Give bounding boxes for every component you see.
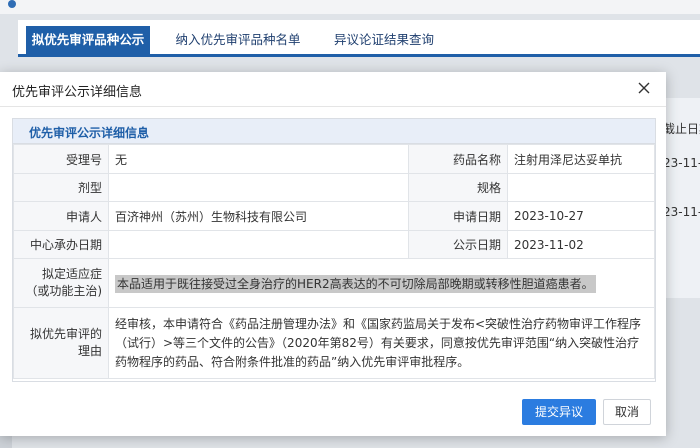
background-header <box>0 0 700 14</box>
dialog-header: 优先审评公示详细信息 <box>0 72 666 107</box>
table-row: 剂型 规格 <box>13 173 655 202</box>
reason-value: 经审核，本申请符合《药品注册管理办法》和《国家药监局关于发布<突破性治疗药物审评… <box>108 307 655 379</box>
background-cell: 23-11-0 <box>663 205 700 219</box>
center-date-label: 中心承办日期 <box>13 230 109 259</box>
detail-table: 受理号 无 药品名称 注射用泽尼达妥单抗 剂型 规格 申请人 百济神州（苏州）生… <box>13 144 655 379</box>
table-row: 受理号 无 药品名称 注射用泽尼达妥单抗 <box>13 144 655 174</box>
indication-value: 本品适用于既往接受过全身治疗的HER2高表达的不可切除局部晚期或转移性胆道癌患者… <box>108 258 655 308</box>
close-icon[interactable] <box>634 78 654 98</box>
spec-value <box>507 173 655 202</box>
spec-label: 规格 <box>408 173 508 202</box>
submit-objection-button[interactable]: 提交异议 <box>522 399 596 425</box>
dialog-title: 优先审评公示详细信息 <box>12 85 143 100</box>
dosage-value <box>108 173 409 202</box>
publish-date-value: 2023-11-02 <box>507 230 655 259</box>
accept-no-value: 无 <box>108 144 409 174</box>
accept-no-label: 受理号 <box>13 144 109 174</box>
table-row: 中心承办日期 公示日期 2023-11-02 <box>13 230 655 259</box>
background-column-header: 截止日期 <box>663 122 700 136</box>
indication-label: 拟定适应症（或功能主治) <box>13 258 109 308</box>
publish-date-label: 公示日期 <box>408 230 508 259</box>
tab-pending-priority[interactable]: 拟优先审评品种公示 <box>26 26 150 54</box>
cancel-button[interactable]: 取消 <box>603 399 651 425</box>
reason-label: 拟优先审评的理由 <box>13 307 109 379</box>
dosage-label: 剂型 <box>13 173 109 202</box>
background-cell: 23-11-0 <box>663 156 700 170</box>
table-row: 申请人 百济神州（苏州）生物科技有限公司 申请日期 2023-10-27 <box>13 201 655 231</box>
tab-priority-list[interactable]: 纳入优先审评品种名单 <box>168 26 308 54</box>
detail-dialog: 优先审评公示详细信息 优先审评公示详细信息 受理号 无 药品名称 注射用泽尼达妥… <box>0 72 666 436</box>
drug-name-value: 注射用泽尼达妥单抗 <box>507 144 655 174</box>
breadcrumb-dot-icon <box>8 0 16 8</box>
applicant-label: 申请人 <box>13 201 109 231</box>
center-date-value <box>108 230 409 259</box>
detail-panel: 优先审评公示详细信息 受理号 无 药品名称 注射用泽尼达妥单抗 剂型 规格 申请… <box>12 118 656 382</box>
panel-header: 优先审评公示详细信息 <box>13 119 655 144</box>
table-row: 拟定适应症（或功能主治) 本品适用于既往接受过全身治疗的HER2高表达的不可切除… <box>13 258 655 308</box>
indication-text: 本品适用于既往接受过全身治疗的HER2高表达的不可切除局部晚期或转移性胆道癌患者… <box>115 274 596 293</box>
drug-name-label: 药品名称 <box>408 144 508 174</box>
apply-date-label: 申请日期 <box>408 201 508 231</box>
applicant-value: 百济神州（苏州）生物科技有限公司 <box>108 201 409 231</box>
tab-objection-results[interactable]: 异议论证结果查询 <box>322 26 446 54</box>
apply-date-value: 2023-10-27 <box>507 201 655 231</box>
tab-bar: 拟优先审评品种公示 纳入优先审评品种名单 异议论证结果查询 <box>18 20 700 57</box>
panel-title: 优先审评公示详细信息 <box>29 126 150 140</box>
table-row: 拟优先审评的理由 经审核，本申请符合《药品注册管理办法》和《国家药监局关于发布<… <box>13 307 655 379</box>
